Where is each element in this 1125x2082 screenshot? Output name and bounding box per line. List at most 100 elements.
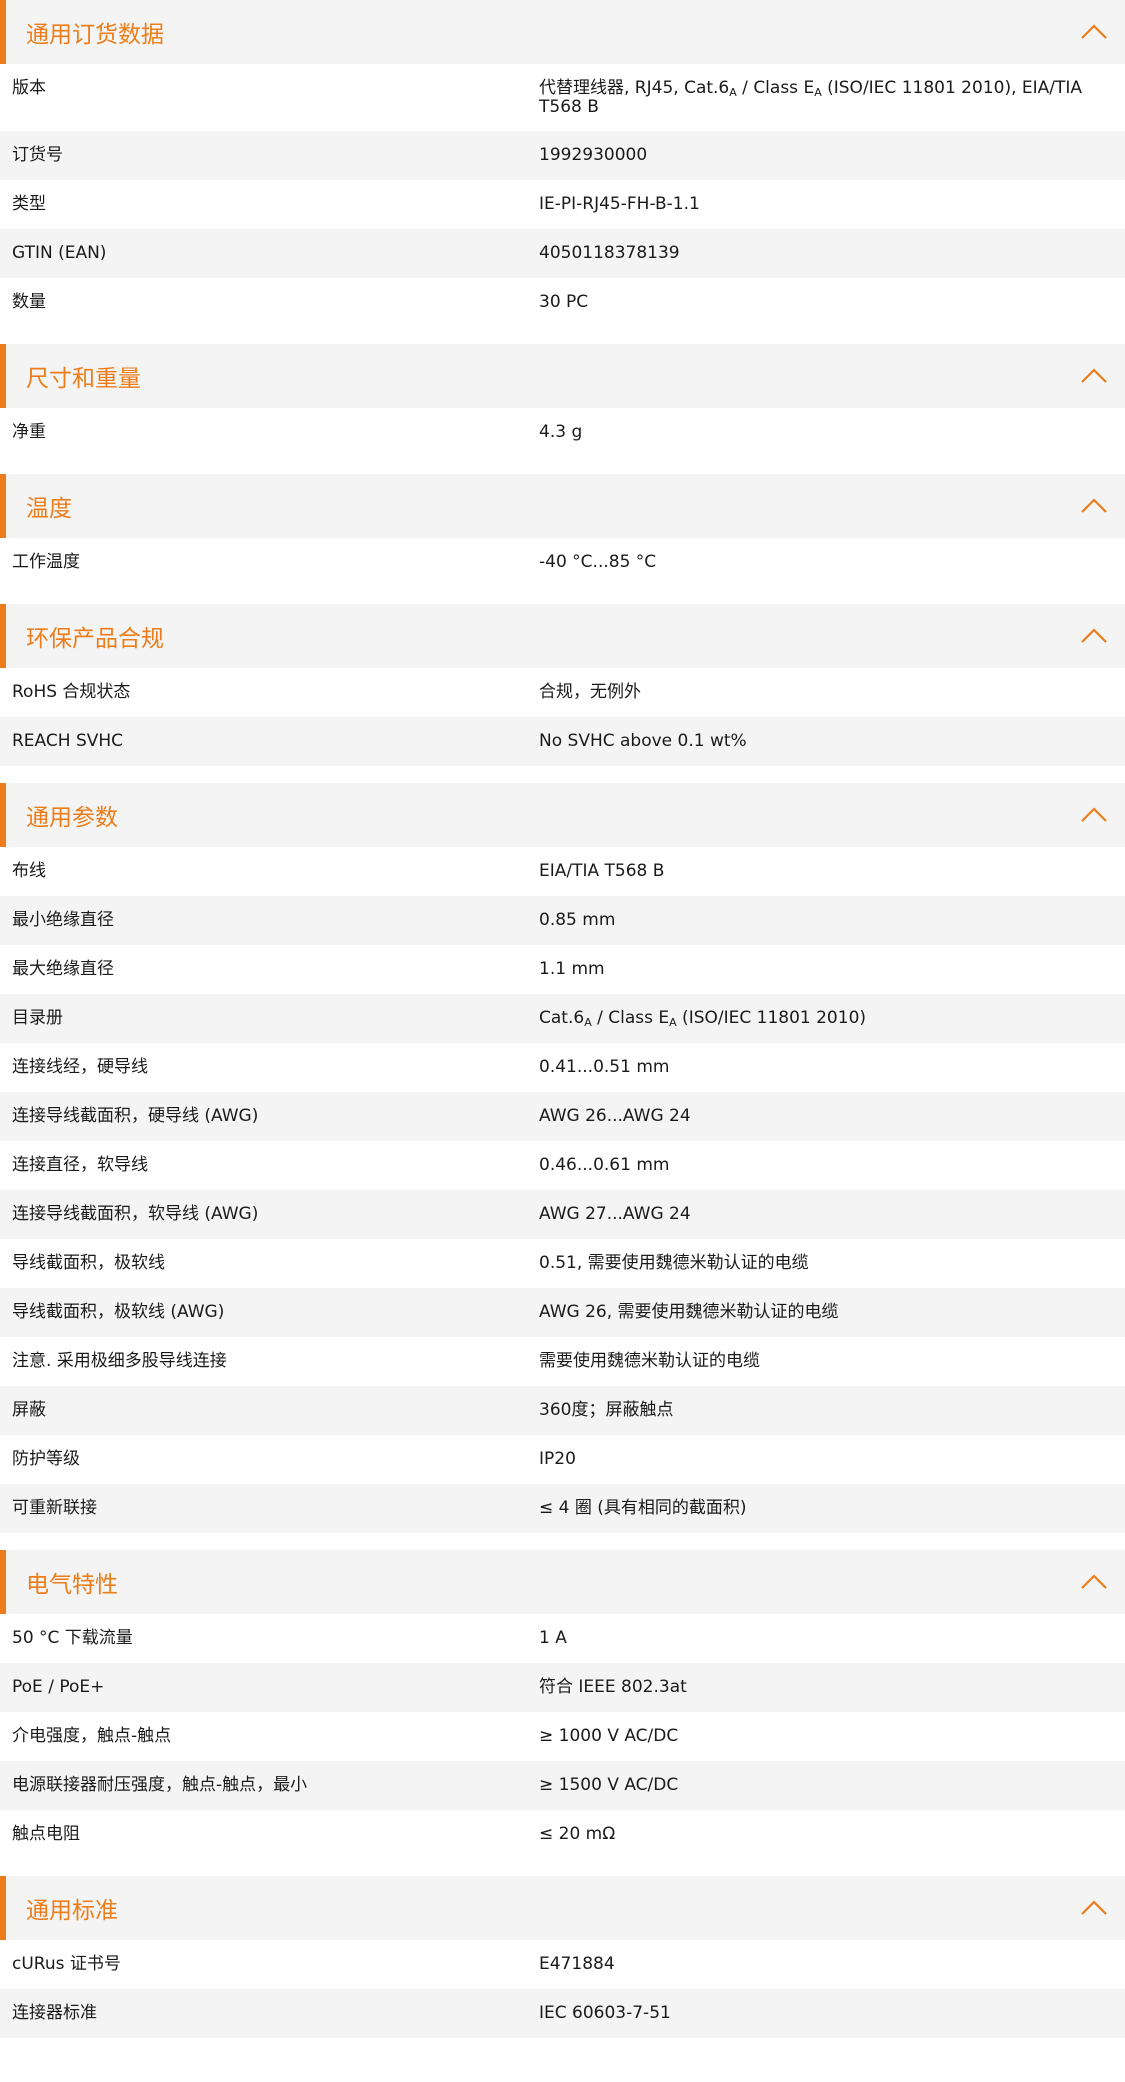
- spec-row: PoE / PoE+ 符合 IEEE 802.3at: [0, 1663, 1125, 1712]
- spec-row: 类型 IE-PI-RJ45-FH-B-1.1: [0, 180, 1125, 229]
- section-header-electrical[interactable]: 电气特性: [0, 1550, 1125, 1614]
- chevron-up-icon[interactable]: [1079, 621, 1109, 651]
- spec-label: 触点电阻: [12, 1824, 80, 1844]
- section-title: 环保产品合规: [26, 626, 164, 652]
- section-header-general[interactable]: 通用参数: [0, 783, 1125, 847]
- section-title: 电气特性: [26, 1572, 118, 1598]
- section-standards: 通用标准 cURus 证书号 E471884 连接器标准 IEC 60603-7-51: [0, 1876, 1125, 2038]
- section-electrical: 电气特性 50 °C 下载流量 1 A PoE / PoE+ 符合 IEEE 802.3…: [0, 1550, 1125, 1859]
- spec-row: 连接导线截面积，硬导线 (AWG) AWG 26...AWG 24: [0, 1092, 1125, 1141]
- spec-row: 工作温度 -40 °C...85 °C: [0, 538, 1125, 587]
- spec-value: EIA/TIA T568 B: [539, 861, 665, 881]
- spec-value: 符合 IEEE 802.3at: [539, 1677, 687, 1697]
- chevron-up-icon[interactable]: [1079, 1893, 1109, 1923]
- spec-value: E471884: [539, 1954, 615, 1974]
- spec-row: 最小绝缘直径 0.85 mm: [0, 896, 1125, 945]
- spec-row: GTIN (EAN) 4050118378139: [0, 229, 1125, 278]
- section-header-ordering[interactable]: 通用订货数据: [0, 0, 1125, 64]
- spec-row: 净重 4.3 g: [0, 408, 1125, 457]
- spec-value: -40 °C...85 °C: [539, 552, 657, 572]
- spec-row: 最大绝缘直径 1.1 mm: [0, 945, 1125, 994]
- spec-row: 注意. 采用极细多股导线连接 需要使用魏德米勒认证的电缆: [0, 1337, 1125, 1386]
- value-text: / Class E: [591, 1008, 670, 1028]
- product-spec-page: 通用订货数据版本 代替理线器, RJ45, Cat.6A / Class EA (…: [0, 0, 1125, 2038]
- spec-value: IE-PI-RJ45-FH-B-1.1: [539, 194, 700, 214]
- spec-value: AWG 26...AWG 24: [539, 1106, 691, 1126]
- spec-value: 1.1 mm: [539, 959, 605, 979]
- spec-row: 介电强度，触点-触点 ≥ 1000 V AC/DC: [0, 1712, 1125, 1761]
- spec-label: cURus 证书号: [12, 1954, 121, 1974]
- spec-label: 连接导线截面积，软导线 (AWG): [12, 1204, 259, 1224]
- spec-row: 版本 代替理线器, RJ45, Cat.6A / Class EA (ISO/IE…: [0, 64, 1125, 131]
- section-title: 尺寸和重量: [26, 366, 141, 392]
- spec-value: Cat.6A / Class EA (ISO/IEC 11801 2010): [539, 994, 1125, 1043]
- spec-label: 布线: [12, 861, 46, 881]
- spec-label: REACH SVHC: [12, 731, 124, 751]
- section-header-standards[interactable]: 通用标准: [0, 1876, 1125, 1940]
- spec-label: 连接直径，软导线: [12, 1155, 148, 1175]
- spec-row: RoHS 合规状态 合规，无例外: [0, 668, 1125, 717]
- spec-value: AWG 26, 需要使用魏德米勒认证的电缆: [539, 1302, 839, 1322]
- spec-value: ≥ 1000 V AC/DC: [539, 1726, 679, 1746]
- section-ordering: 通用订货数据版本 代替理线器, RJ45, Cat.6A / Class EA (…: [0, 0, 1125, 327]
- spec-value: 需要使用魏德米勒认证的电缆: [539, 1351, 760, 1371]
- spec-label: 目录册: [12, 1008, 63, 1028]
- spec-label: 数量: [12, 292, 46, 312]
- spec-value: 合规，无例外: [539, 682, 641, 702]
- spec-value: AWG 27...AWG 24: [539, 1204, 691, 1224]
- chevron-up-icon[interactable]: [1079, 17, 1109, 47]
- section-title: 温度: [26, 496, 72, 522]
- spec-row: 目录册 Cat.6A / Class EA (ISO/IEC 11801 2010…: [0, 994, 1125, 1043]
- value-subscript: A: [584, 1016, 592, 1029]
- spec-label: 50 °C 下载流量: [12, 1628, 133, 1648]
- spec-row: 连接器标准 IEC 60603-7-51: [0, 1989, 1125, 2038]
- section-dimensions: 尺寸和重量净重 4.3 g: [0, 344, 1125, 457]
- spec-row: 连接线经，硬导线 0.41...0.51 mm: [0, 1043, 1125, 1092]
- spec-label: GTIN (EAN): [12, 243, 107, 263]
- spec-value: 0.41...0.51 mm: [539, 1057, 670, 1077]
- spec-label: PoE / PoE+: [12, 1677, 105, 1697]
- spec-value: ≤ 4 圈 (具有相同的截面积): [539, 1498, 747, 1518]
- value-text: Cat.6: [539, 1008, 585, 1028]
- spec-label: 最小绝缘直径: [12, 910, 114, 930]
- spec-row: 订货号 1992930000: [0, 131, 1125, 180]
- spec-label: 导线截面积，极软线: [12, 1253, 165, 1273]
- spec-label: 最大绝缘直径: [12, 959, 114, 979]
- value-text: 代替理线器, RJ45, Cat.6: [539, 78, 730, 98]
- spec-row: 数量 30 PC: [0, 278, 1125, 327]
- section-temperature: 温度工作温度 -40 °C...85 °C: [0, 474, 1125, 587]
- spec-row: 连接直径，软导线 0.46...0.61 mm: [0, 1141, 1125, 1190]
- spec-label: 类型: [12, 194, 46, 214]
- chevron-up-icon[interactable]: [1079, 1567, 1109, 1597]
- spec-label: 工作温度: [12, 552, 80, 572]
- section-header-temperature[interactable]: 温度: [0, 474, 1125, 538]
- spec-row: 触点电阻 ≤ 20 mΩ: [0, 1810, 1125, 1859]
- spec-label: 订货号: [12, 145, 63, 165]
- chevron-up-icon[interactable]: [1079, 800, 1109, 830]
- spec-value: 1 A: [539, 1628, 567, 1648]
- chevron-up-icon[interactable]: [1079, 491, 1109, 521]
- spec-row: 屏蔽 360度；屏蔽触点: [0, 1386, 1125, 1435]
- spec-label: 连接导线截面积，硬导线 (AWG): [12, 1106, 259, 1126]
- chevron-up-icon[interactable]: [1079, 361, 1109, 391]
- spec-label: 连接线经，硬导线: [12, 1057, 148, 1077]
- spec-label: 净重: [12, 422, 46, 442]
- spec-row: 可重新联接 ≤ 4 圈 (具有相同的截面积): [0, 1484, 1125, 1533]
- spec-row: 导线截面积，极软线 (AWG) AWG 26, 需要使用魏德米勒认证的电缆: [0, 1288, 1125, 1337]
- spec-label: 电源联接器耐压强度，触点-触点，最小: [12, 1775, 308, 1795]
- spec-row: 防护等级 IP20: [0, 1435, 1125, 1484]
- spec-value: 4.3 g: [539, 422, 583, 442]
- section-header-environmental[interactable]: 环保产品合规: [0, 604, 1125, 668]
- spec-label: 介电强度，触点-触点: [12, 1726, 172, 1746]
- spec-label: 导线截面积，极软线 (AWG): [12, 1302, 225, 1322]
- value-text: / Class E: [736, 78, 815, 98]
- value-subscript: A: [729, 86, 737, 99]
- spec-label: 屏蔽: [12, 1400, 46, 1420]
- section-header-dimensions[interactable]: 尺寸和重量: [0, 344, 1125, 408]
- section-title: 通用订货数据: [26, 22, 164, 48]
- spec-value: 360度；屏蔽触点: [539, 1400, 674, 1420]
- spec-value: ≥ 1500 V AC/DC: [539, 1775, 679, 1795]
- spec-value: 代替理线器, RJ45, Cat.6A / Class EA (ISO/IEC …: [539, 64, 1125, 131]
- spec-label: RoHS 合规状态: [12, 682, 131, 702]
- value-subscript: A: [669, 1016, 677, 1029]
